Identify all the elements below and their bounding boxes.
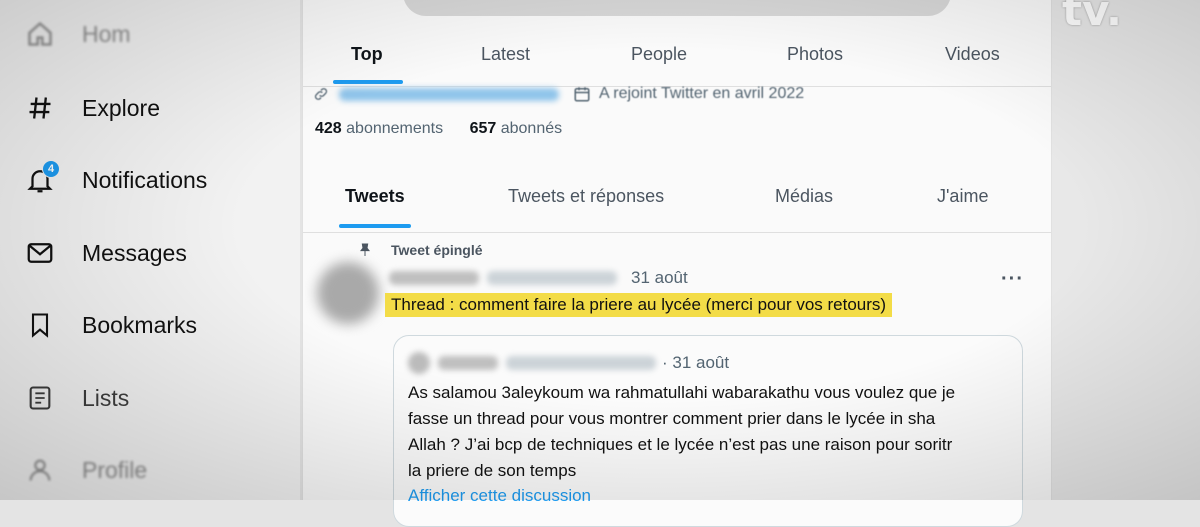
sidebar-item-label: Lists (82, 384, 130, 411)
bell-icon: 4 (22, 160, 60, 198)
tab-photos[interactable]: Photos (787, 44, 843, 65)
sidebar-item-lists[interactable]: Lists (22, 376, 129, 420)
tab-tweets[interactable]: Tweets (345, 186, 405, 207)
profile-meta: A rejoint Twitter en avril 2022 (313, 82, 804, 106)
sidebar-item-label: Profile (82, 456, 148, 483)
sidebar-item-label: Explore (82, 94, 160, 121)
followers-count: 657 (469, 120, 497, 137)
home-icon (22, 16, 58, 52)
more-options-button[interactable]: ··· (1001, 268, 1024, 291)
sidebar-item-label: Hom (82, 20, 131, 47)
followers-link[interactable]: 657 abonnés (470, 120, 563, 137)
profile-tabs: Tweets Tweets et réponses Médias J'aime (303, 182, 1051, 232)
sidebar-item-notifications[interactable]: 4 Notifications (22, 158, 207, 202)
tab-tweets-replies[interactable]: Tweets et réponses (508, 186, 664, 207)
pinned-label: Tweet épinglé (357, 242, 483, 258)
following-label: abonnements (346, 120, 444, 137)
sidebar-item-bookmarks[interactable]: Bookmarks (22, 303, 197, 347)
tab-media[interactable]: Médias (775, 186, 833, 207)
quote-line: la priere de son temps (408, 461, 577, 480)
quote-text: As salamou 3aleykoum wa rahmatullahi wab… (408, 380, 1008, 484)
tweet-date[interactable]: 31 août (631, 268, 688, 288)
sidebar-item-home[interactable]: Hom (22, 12, 131, 56)
pinned-text: Tweet épinglé (391, 242, 483, 258)
avatar[interactable] (317, 262, 379, 324)
following-count: 428 (315, 120, 342, 137)
divider (303, 232, 1051, 233)
bookmark-icon (22, 307, 58, 343)
follow-stats: 428 abonnements 657 abonnés (315, 120, 562, 138)
profile-icon (22, 452, 58, 488)
sidebar: Hom Explore 4 Notifications Messages Boo… (0, 0, 300, 500)
quote-date: · 31 août (662, 353, 730, 372)
tweet-header: 31 août (389, 268, 688, 288)
sidebar-item-label: Bookmarks (82, 311, 198, 338)
hashtag-icon (22, 90, 58, 126)
main-column: Top Latest People Photos Videos A rejoin… (302, 0, 1052, 527)
quote-author-handle (506, 356, 656, 370)
tab-latest[interactable]: Latest (481, 44, 530, 65)
quote-line: Allah ? J’ai bcp de techniques et le lyc… (408, 435, 953, 454)
notification-badge: 4 (42, 160, 60, 178)
followers-label: abonnés (500, 120, 563, 137)
sidebar-item-profile[interactable]: Profile (22, 448, 147, 492)
tab-people[interactable]: People (631, 44, 687, 65)
tweet-author-name[interactable] (389, 271, 479, 285)
quoted-tweet[interactable]: · 31 août As salamou 3aleykoum wa rahmat… (393, 335, 1023, 527)
calendar-icon (574, 87, 590, 102)
active-profile-tab-indicator (339, 224, 411, 228)
right-panel (1050, 0, 1200, 500)
pin-icon (360, 243, 370, 256)
following-link[interactable]: 428 abonnements (315, 120, 443, 137)
tweet-text: Thread : comment faire la priere au lycé… (385, 293, 893, 317)
tab-likes[interactable]: J'aime (937, 186, 988, 207)
quote-header: · 31 août (408, 352, 729, 374)
sidebar-item-explore[interactable]: Explore (22, 86, 160, 130)
joined-date: A rejoint Twitter en avril 2022 (599, 85, 805, 102)
tab-top[interactable]: Top (351, 44, 383, 65)
quote-author-name (438, 356, 498, 370)
tweet-author-handle[interactable] (487, 271, 617, 285)
channel-logo: tv. (1062, 0, 1122, 35)
search-tabs: Top Latest People Photos Videos (303, 26, 1051, 84)
quote-line: As salamou 3aleykoum wa rahmatullahi wab… (408, 383, 956, 402)
quote-line: fasse un thread pour vous montrer commen… (408, 409, 936, 428)
search-input[interactable] (403, 0, 951, 16)
sidebar-item-label: Messages (82, 239, 187, 266)
sidebar-item-messages[interactable]: Messages (22, 231, 187, 275)
link-icon (314, 88, 328, 100)
list-icon (22, 380, 58, 416)
tab-videos[interactable]: Videos (945, 44, 1000, 65)
avatar (408, 352, 430, 374)
profile-link[interactable] (339, 87, 559, 101)
show-thread-link[interactable]: Afficher cette discussion (408, 486, 591, 506)
sidebar-item-label: Notifications (82, 166, 208, 193)
envelope-icon (22, 235, 58, 271)
